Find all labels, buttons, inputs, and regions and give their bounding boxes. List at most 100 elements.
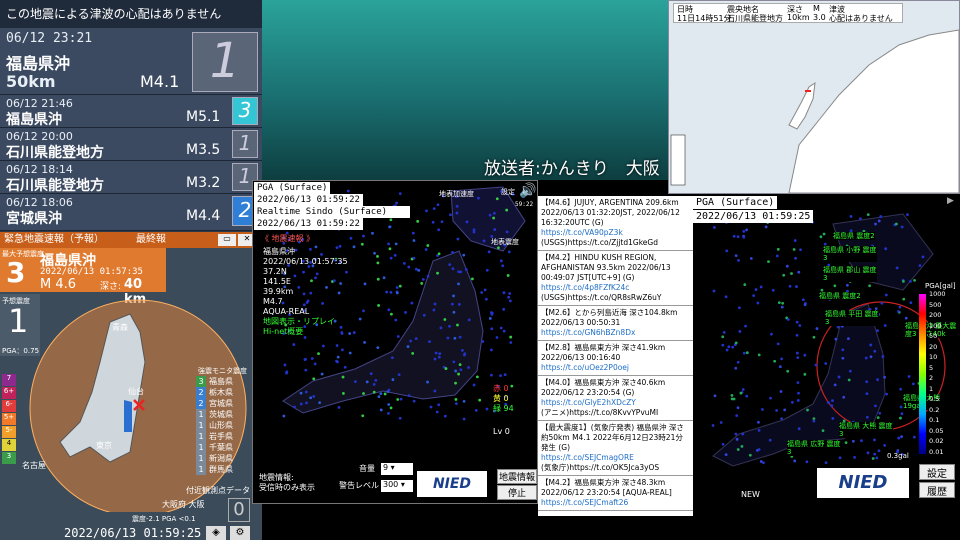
quake-row[interactable]: 06/12 21:46 福島県沖 M5.1 3 [0,95,262,128]
station-dot [321,344,325,348]
news-link-extra[interactable]: (気象庁)https://t.co/OK5Jca3yOS [541,463,690,473]
news-link-extra[interactable]: (USGS)https://t.co/Zjjtd1GkeGd [541,238,690,248]
station-dot [282,414,286,418]
station-dot [455,204,459,208]
monitor-row: 1 岩手県 [196,431,256,442]
station-dot [387,403,391,406]
info-links[interactable]: 地図表示・リプレイ Hi-net概要 [263,317,335,337]
gear-icon[interactable]: ⚙ [230,526,250,540]
station-dot [317,352,320,356]
nied-logo-right: NIED [817,468,909,498]
history-button[interactable]: 履歴 [919,482,955,498]
surface-accel-label: 地表加速度 [439,190,474,198]
news-link[interactable]: https://t.co/GN6hBZn8Dx [541,328,690,338]
station-callout: 福島県 小野 震度3 [823,246,877,262]
news-item[interactable]: 【最大震度1】(気象庁発表) 福島県沖 深さ約50km M4.1 2022年6月… [538,421,693,476]
quake-row[interactable]: 06/12 18:06 宮城県沖 M4.4 2 [0,194,262,231]
station-dot [465,220,469,224]
latest-quake[interactable]: 06/12 23:21 福島県沖 50km M4.1 1 [0,28,262,95]
info-line: 2022/06/13 01:57:35 [263,257,348,266]
station-dot [477,196,480,200]
legend-labels: 1000 500 200 100 50 20 10 5 2 1 0.5 0.2 0.1 0.05 0.02 0… [929,290,959,460]
stop-button[interactable]: 停止 [497,485,537,500]
monitor-row: 1 山形県 [196,420,256,431]
news-link[interactable]: https://t.co/4p8FZfK24c [541,283,690,293]
station-dot [426,380,429,384]
news-link-extra[interactable]: (USGS)https://t.co/QR8sRwZ6uY [541,293,690,303]
station-dot [399,397,403,401]
station-dot [426,274,430,278]
quake-info-button[interactable]: 地震情報 [497,469,537,484]
station-dot [483,288,487,292]
station-dot [361,414,365,418]
station-dot [482,239,486,243]
info-line: 39.9km [263,287,294,296]
right-setting-button[interactable]: 設定 [919,464,955,480]
station-dot [387,242,390,246]
news-title: 【M4.6】JUJUY, ARGENTINA 209.6km 2022/06/1… [541,198,680,227]
legend-label: 0.01 [929,447,944,456]
station-dot [388,247,392,251]
monitor-pref: 宮城県 [209,399,233,408]
monitor-row: 1 群馬県 [196,464,256,475]
news-link-extra[interactable]: (アニメ)https://t.co/8KvvYPvuMI [541,408,690,418]
station-dot [404,311,407,314]
station-dot [508,292,512,295]
station-dot [352,245,356,249]
station-dot [388,225,392,229]
news-link[interactable]: https://t.co/VA90pZ3k [541,228,690,238]
station-dot [505,208,509,212]
info-line: 141.5E [263,277,291,286]
minimize-icon[interactable]: ▭ [218,234,236,246]
station-dot [369,372,373,376]
news-item[interactable]: 【M4.2】HINDU KUSH REGION, AFGHANISTAN 93.… [538,251,693,306]
station-dot [402,262,406,265]
station-dot [472,383,476,387]
station-dot [376,346,380,350]
quake-info-lines: 福島県沖 2022/06/13 01:57:35 37.2N 141.5E 39.9km… [263,247,348,317]
station-dot [393,253,397,257]
news-item[interactable]: 【M2.6】とから列島近海 深さ104.8km 2022/06/13 00:50… [538,306,693,341]
alert-level-select[interactable]: 300 ▾ [381,480,413,492]
info-depth: 10km [787,13,810,22]
locate-icon[interactable]: ◈ [206,526,226,540]
setting-label[interactable]: 設定 [501,187,515,197]
station-dot [443,414,447,418]
monitor-row: 1 茨城県 [196,409,256,420]
news-item[interactable]: 【M4.0】福島県東方沖 深さ40.6km 2022/06/12 23:20:5… [538,376,693,421]
station-dot [352,331,356,334]
station-dot [285,371,288,375]
volume-select[interactable]: 9 ▾ [381,463,413,475]
station-dot [488,317,492,320]
station-dot [310,357,314,360]
station-dot [335,344,339,347]
hinet-link[interactable]: Hi-net概要 [263,327,335,337]
news-item[interactable]: 【M2.8】福島県東方沖 深さ41.9km 2022/06/13 00:16:4… [538,341,693,376]
station-dot [454,398,458,401]
news-link[interactable]: https://t.co/GlyE2hXDcZY [541,398,690,408]
station-dot [373,251,376,255]
news-link[interactable]: https://t.co/SEJCmaft26 [541,498,690,508]
news-link[interactable]: https://t.co/uOez2P0oej [541,363,690,373]
station-dot [335,359,338,363]
station-dot [492,211,496,215]
news-link[interactable]: https://t.co/SEJCmagORE [541,453,690,463]
tsunami-notice: この地震による津波の心配はありません [0,0,262,28]
monitor-clock: 59:22 [515,201,534,208]
station-dot [362,392,365,395]
replay-link[interactable]: 地図表示・リプレイ [263,317,335,327]
monitor-int: 1 [196,464,206,475]
station-dot [458,363,462,367]
quake-mag: M5.1 [186,109,221,125]
monitor-pref: 群馬県 [209,465,233,474]
station-dot [398,192,402,196]
news-item[interactable]: 【M4.6】JUJUY, ARGENTINA 209.6km 2022/06/1… [538,196,693,251]
speaker-icon[interactable]: 🔊 [519,183,536,199]
quake-row[interactable]: 06/12 20:00 石川県能登地方 M3.5 1 [0,128,262,161]
station-dot [377,304,381,307]
station-dot [490,313,494,316]
quake-row[interactable]: 06/12 18:14 石川県能登地方 M3.2 1 [0,161,262,194]
station-dot [353,380,357,384]
monitor-int: 2 [196,398,206,409]
news-item[interactable]: 【M4.2】福島県東方沖 深さ48.3km 2022/06/12 23:20:5… [538,476,693,511]
